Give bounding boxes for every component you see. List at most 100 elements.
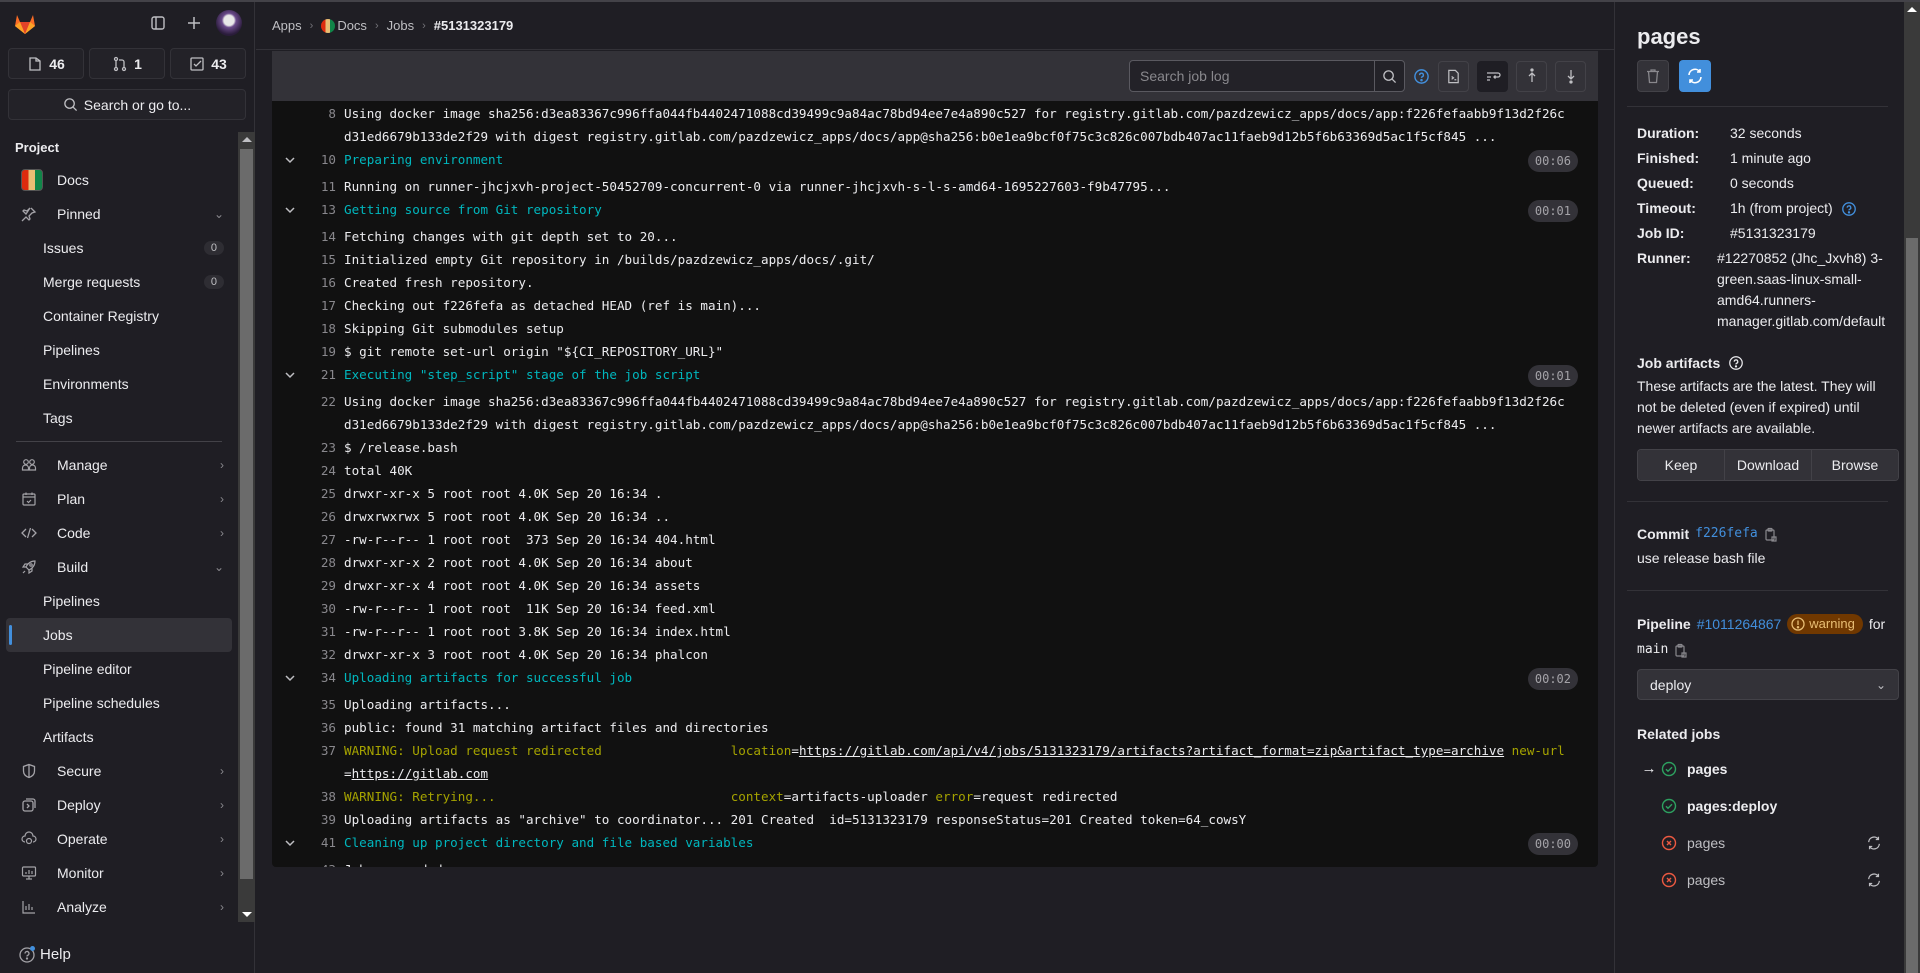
related-job-name[interactable]: pages:deploy xyxy=(1687,798,1888,814)
stage-dropdown[interactable]: deploy ⌄ xyxy=(1637,669,1899,700)
log-line-number[interactable]: 8 xyxy=(308,102,336,125)
merge-requests-count-button[interactable]: 1 xyxy=(89,48,165,79)
nav-item-pipelines[interactable]: Pipelines xyxy=(6,584,232,618)
nav-project-docs[interactable]: Docs xyxy=(6,163,232,197)
log-line-number[interactable]: 27 xyxy=(308,528,336,551)
nav-group-secure[interactable]: Secure › xyxy=(6,754,232,788)
copy-ref-icon[interactable] xyxy=(1674,643,1688,658)
collapse-section-icon[interactable] xyxy=(272,198,308,221)
log-section-header[interactable]: 34 Uploading artifacts for successful job… xyxy=(272,666,1598,693)
nav-group-build[interactable]: Build ⌄ xyxy=(6,550,232,584)
nav-group-deploy[interactable]: Deploy › xyxy=(6,788,232,822)
scroll-up-arrow-icon[interactable] xyxy=(1907,7,1917,12)
related-job-item[interactable]: → pages xyxy=(1637,750,1888,787)
scroll-to-top-button[interactable] xyxy=(1516,60,1547,92)
toggle-sidebar-icon[interactable] xyxy=(144,9,172,37)
log-link[interactable]: https://gitlab.com xyxy=(352,766,488,781)
nav-pinned-toggle[interactable]: Pinned ⌄ xyxy=(6,197,232,231)
erase-job-button[interactable] xyxy=(1637,60,1669,92)
nav-group-plan[interactable]: Plan › xyxy=(6,482,232,516)
help-button[interactable]: Help xyxy=(18,945,71,963)
nav-item-environments[interactable]: Environments xyxy=(6,367,232,401)
log-line-number[interactable]: 36 xyxy=(308,716,336,739)
collapse-section-icon[interactable] xyxy=(272,666,308,689)
browse-artifacts-button[interactable]: Browse xyxy=(1812,450,1898,480)
job-sidebar-scroll-thumb[interactable] xyxy=(1906,238,1918,973)
log-line-number[interactable]: 28 xyxy=(308,551,336,574)
search-help-icon[interactable] xyxy=(1413,68,1430,85)
nav-item-pipeline-editor[interactable]: Pipeline editor xyxy=(6,652,232,686)
log-line-number[interactable]: 22 xyxy=(308,390,336,413)
nav-item-pipeline-schedules[interactable]: Pipeline schedules xyxy=(6,686,232,720)
log-line-number[interactable]: 29 xyxy=(308,574,336,597)
todos-count-button[interactable]: 43 xyxy=(170,48,246,79)
log-line-number[interactable]: 39 xyxy=(308,808,336,831)
nav-group-analyze[interactable]: Analyze › xyxy=(6,890,232,924)
breadcrumb-apps[interactable]: Apps xyxy=(272,18,302,33)
log-line-number[interactable]: 37 xyxy=(308,739,336,762)
retry-job-button[interactable] xyxy=(1679,60,1711,92)
timeout-help-icon[interactable] xyxy=(1841,201,1857,217)
nav-group-monitor[interactable]: Monitor › xyxy=(6,856,232,890)
log-line-number[interactable]: 43 xyxy=(308,858,336,867)
collapse-section-icon[interactable] xyxy=(272,363,308,386)
nav-group-manage[interactable]: Manage › xyxy=(6,448,232,482)
breadcrumb-current-job[interactable]: #5131323179 xyxy=(434,18,514,33)
retry-icon[interactable] xyxy=(1866,835,1882,851)
scroll-to-bottom-button[interactable] xyxy=(1555,60,1586,92)
log-line-number[interactable]: 11 xyxy=(308,175,336,198)
related-job-name[interactable]: pages xyxy=(1687,835,1866,851)
log-link[interactable]: https://gitlab.com/api/v4/jobs/513132317… xyxy=(799,743,1504,758)
log-line-number[interactable]: 34 xyxy=(308,666,336,689)
log-line-number[interactable]: 23 xyxy=(308,436,336,459)
log-line-number[interactable]: 30 xyxy=(308,597,336,620)
copy-commit-sha-icon[interactable] xyxy=(1764,527,1778,542)
search-or-go-to-button[interactable]: Search or go to... xyxy=(8,89,246,120)
log-line-number[interactable]: 19 xyxy=(308,340,336,363)
log-section-header[interactable]: 13 Getting source from Git repository 00:0… xyxy=(272,198,1598,225)
log-line-number[interactable]: 10 xyxy=(308,148,336,171)
user-avatar[interactable] xyxy=(216,10,242,36)
wrap-lines-button[interactable] xyxy=(1477,60,1508,92)
log-line-number[interactable]: 24 xyxy=(308,459,336,482)
artifacts-help-icon[interactable] xyxy=(1728,355,1744,371)
nav-item-tags[interactable]: Tags xyxy=(6,401,232,435)
log-line-number[interactable]: 26 xyxy=(308,505,336,528)
nav-item-artifacts[interactable]: Artifacts xyxy=(6,720,232,754)
related-job-item[interactable]: pages:deploy xyxy=(1637,787,1888,824)
pipeline-id-link[interactable]: #1011264867 xyxy=(1697,611,1782,637)
job-log-search-input[interactable] xyxy=(1130,61,1374,91)
log-line-number[interactable]: 16 xyxy=(308,271,336,294)
retry-icon[interactable] xyxy=(1866,872,1882,888)
log-section-header[interactable]: 41 Cleaning up project directory and file… xyxy=(272,831,1598,858)
breadcrumb-docs[interactable]: Docs xyxy=(321,18,367,34)
nav-item-issues[interactable]: Issues 0 xyxy=(6,231,232,265)
sidebar-scroll-thumb[interactable] xyxy=(240,149,253,879)
log-line-number[interactable]: 13 xyxy=(308,198,336,221)
sidebar-scrollbar[interactable] xyxy=(238,132,255,922)
breadcrumb-jobs[interactable]: Jobs xyxy=(387,18,414,33)
commit-sha-link[interactable]: f226fefa xyxy=(1695,522,1758,546)
log-line-number[interactable]: 18 xyxy=(308,317,336,340)
log-line-number[interactable]: 17 xyxy=(308,294,336,317)
show-raw-log-button[interactable] xyxy=(1438,60,1469,92)
log-line-number[interactable]: 15 xyxy=(308,248,336,271)
download-artifacts-button[interactable]: Download xyxy=(1725,450,1812,480)
gitlab-logo-icon[interactable] xyxy=(12,10,38,36)
log-line-number[interactable]: 21 xyxy=(308,363,336,386)
log-line-number[interactable]: 31 xyxy=(308,620,336,643)
nav-group-operate[interactable]: Operate › xyxy=(6,822,232,856)
collapse-section-icon[interactable] xyxy=(272,148,308,171)
related-job-item[interactable]: pages xyxy=(1637,861,1888,898)
log-line-number[interactable]: 35 xyxy=(308,693,336,716)
nav-item-pipelines-pinned[interactable]: Pipelines xyxy=(6,333,232,367)
log-line-number[interactable]: 41 xyxy=(308,831,336,854)
related-job-name[interactable]: pages xyxy=(1687,872,1866,888)
pipeline-ref[interactable]: main xyxy=(1637,637,1668,663)
scroll-down-arrow-icon[interactable] xyxy=(242,912,252,917)
log-section-header[interactable]: 21 Executing "step_script" stage of the j… xyxy=(272,363,1598,390)
plus-icon[interactable] xyxy=(180,9,208,37)
related-job-name[interactable]: pages xyxy=(1687,761,1888,777)
collapse-section-icon[interactable] xyxy=(272,831,308,854)
scroll-up-arrow-icon[interactable] xyxy=(242,137,252,142)
